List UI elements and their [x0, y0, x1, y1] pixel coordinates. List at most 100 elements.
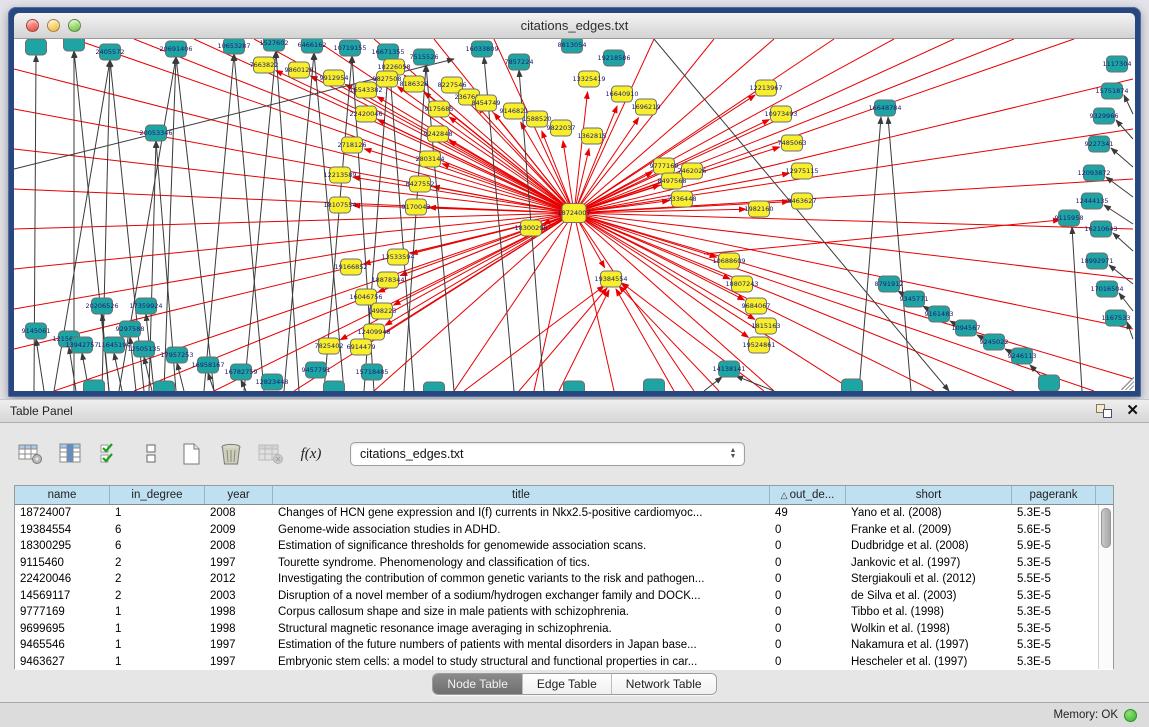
column-header-title[interactable]: title [273, 486, 770, 504]
graph-node[interactable]: 1982160 [745, 201, 774, 217]
table-cell[interactable]: 2003 [205, 588, 273, 605]
graph-node[interactable] [84, 380, 105, 391]
graph-node[interactable]: 9822037 [547, 120, 576, 136]
column-header-pagerank[interactable]: pagerank [1012, 486, 1096, 504]
graph-node[interactable]: 9860128 [285, 62, 314, 78]
graph-node[interactable]: 9245022 [980, 334, 1009, 350]
table-cell[interactable]: 5.3E-5 [1012, 637, 1096, 654]
table-cell[interactable]: 0 [770, 621, 846, 638]
table-row[interactable]: 1830029562008Estimation of significance … [15, 538, 1113, 555]
delete-icon[interactable] [216, 440, 246, 468]
column-header-short[interactable]: short [846, 486, 1012, 504]
tab-edge-table[interactable]: Edge Table [523, 674, 612, 694]
graph-node[interactable]: 1094567 [952, 320, 981, 336]
graph-node[interactable]: 7825402 [315, 338, 344, 354]
table-cell[interactable]: 1 [110, 654, 205, 671]
graph-node[interactable] [564, 381, 585, 391]
table-cell[interactable]: Hescheler et al. (1997) [846, 654, 1012, 671]
table-cell[interactable]: Franke et al. (2009) [846, 522, 1012, 539]
table-cell[interactable]: Stergiakouli et al. (2012) [846, 571, 1012, 588]
table-cell[interactable]: de Silva et al. (2003) [846, 588, 1012, 605]
graph-node[interactable]: 1527602 [260, 39, 289, 51]
graph-node[interactable]: 2803144 [416, 151, 445, 167]
network-selector[interactable]: citations_edges.txt ▲▼ [350, 442, 745, 466]
graph-node[interactable]: 9297588 [116, 321, 145, 337]
close-panel-icon[interactable]: ✕ [1126, 404, 1139, 418]
graph-node[interactable]: 20691406 [159, 41, 192, 57]
graph-node[interactable]: 10719155 [333, 40, 366, 56]
graph-node[interactable]: 9175685 [425, 101, 454, 117]
graph-node[interactable]: 6466162 [298, 39, 327, 53]
graph-node[interactable]: 9912954 [320, 70, 349, 86]
graph-node[interactable]: 1696219 [632, 99, 661, 115]
graph-node[interactable]: 9170043 [402, 199, 431, 215]
function-icon[interactable]: f(x) [296, 440, 326, 468]
graph-node[interactable]: 2336448 [668, 191, 697, 207]
table-row[interactable]: 969969511998Structural magnetic resonanc… [15, 621, 1113, 638]
graph-node[interactable]: 16671355 [371, 44, 404, 60]
graph-node[interactable]: 19218586 [597, 50, 630, 66]
graph-node[interactable]: 12213967 [749, 80, 782, 96]
table-cell[interactable]: 9699695 [15, 621, 110, 638]
graph-node[interactable]: 9329966 [1090, 108, 1119, 124]
table-cell[interactable]: Estimation of the future numbers of pati… [273, 637, 770, 654]
table-cell[interactable]: 0 [770, 571, 846, 588]
table-cell[interactable]: 1 [110, 637, 205, 654]
graph-node[interactable]: 18807243 [725, 276, 758, 292]
graph-node[interactable]: 1167533 [1102, 310, 1131, 326]
graph-node[interactable]: 9242848 [424, 126, 453, 142]
graph-node[interactable]: 9246113 [1008, 348, 1037, 364]
table-cell[interactable]: 1997 [205, 555, 273, 572]
column-header-out_de[interactable]: △out_de... [770, 486, 846, 504]
graph-node[interactable]: 9777169 [650, 158, 679, 174]
network-canvas[interactable]: 2405572206914061065328715276026466162107… [14, 39, 1135, 391]
graph-node[interactable] [842, 379, 863, 391]
graph-node[interactable]: 2718126 [338, 137, 367, 153]
graph-node[interactable]: 7663822 [250, 57, 279, 73]
table-cell[interactable]: 5.6E-5 [1012, 522, 1096, 539]
table-cell[interactable]: Genome-wide association studies in ADHD. [273, 522, 770, 539]
graph-node[interactable]: 1117304 [1103, 56, 1132, 72]
table-settings-icon[interactable] [16, 440, 46, 468]
graph-node[interactable]: 12213589 [323, 167, 356, 183]
zoom-window-icon[interactable] [68, 19, 81, 32]
table-cell[interactable]: 1998 [205, 621, 273, 638]
table-cell[interactable]: 2008 [205, 538, 273, 555]
table-cell[interactable]: Yano et al. (2008) [846, 505, 1012, 522]
graph-node[interactable]: 9145061 [22, 323, 51, 339]
graph-node[interactable]: 13325419 [572, 71, 605, 87]
table-cell[interactable]: Investigating the contribution of common… [273, 571, 770, 588]
graph-node[interactable]: 9227341 [1085, 136, 1114, 152]
tab-network-table[interactable]: Network Table [612, 674, 716, 694]
new-file-icon[interactable] [176, 440, 206, 468]
table-cell[interactable]: 6 [110, 522, 205, 539]
graph-node[interactable]: 6914479 [347, 339, 376, 355]
table-cell[interactable]: 5.3E-5 [1012, 555, 1096, 572]
graph-node[interactable]: 9827508 [373, 71, 402, 87]
graph-node[interactable]: 10973493 [764, 106, 797, 122]
table-cell[interactable]: 18300295 [15, 538, 110, 555]
table-cell[interactable]: Structural magnetic resonance image aver… [273, 621, 770, 638]
graph-node[interactable]: 8186328 [400, 76, 429, 92]
close-window-icon[interactable] [26, 19, 39, 32]
table-cell[interactable]: 2009 [205, 522, 273, 539]
tab-node-table[interactable]: Node Table [433, 674, 523, 694]
table-cell[interactable]: 5.3E-5 [1012, 588, 1096, 605]
table-cell[interactable]: Wolkin et al. (1998) [846, 621, 1012, 638]
network-window-titlebar[interactable]: citations_edges.txt [14, 13, 1135, 39]
table-cell[interactable]: 5.3E-5 [1012, 505, 1096, 522]
table-cell[interactable]: Changes of HCN gene expression and I(f) … [273, 505, 770, 522]
graph-node[interactable]: 18724007 [557, 204, 590, 223]
table-cell[interactable]: Dudbridge et al. (2008) [846, 538, 1012, 555]
table-cell[interactable]: 9115460 [15, 555, 110, 572]
table-cell[interactable]: Estimation of significance thresholds fo… [273, 538, 770, 555]
table-cell[interactable]: 5.3E-5 [1012, 604, 1096, 621]
graph-node[interactable] [154, 381, 175, 391]
table-row[interactable]: 1938455462009Genome-wide association stu… [15, 522, 1113, 539]
table-cell[interactable]: Tibbo et al. (1998) [846, 604, 1012, 621]
delete-table-icon[interactable] [256, 440, 286, 468]
table-row[interactable]: 1872400712008Changes of HCN gene express… [15, 505, 1113, 522]
table-cell[interactable]: 14569117 [15, 588, 110, 605]
graph-node[interactable]: 16033809 [465, 41, 498, 57]
graph-node[interactable] [324, 381, 345, 391]
